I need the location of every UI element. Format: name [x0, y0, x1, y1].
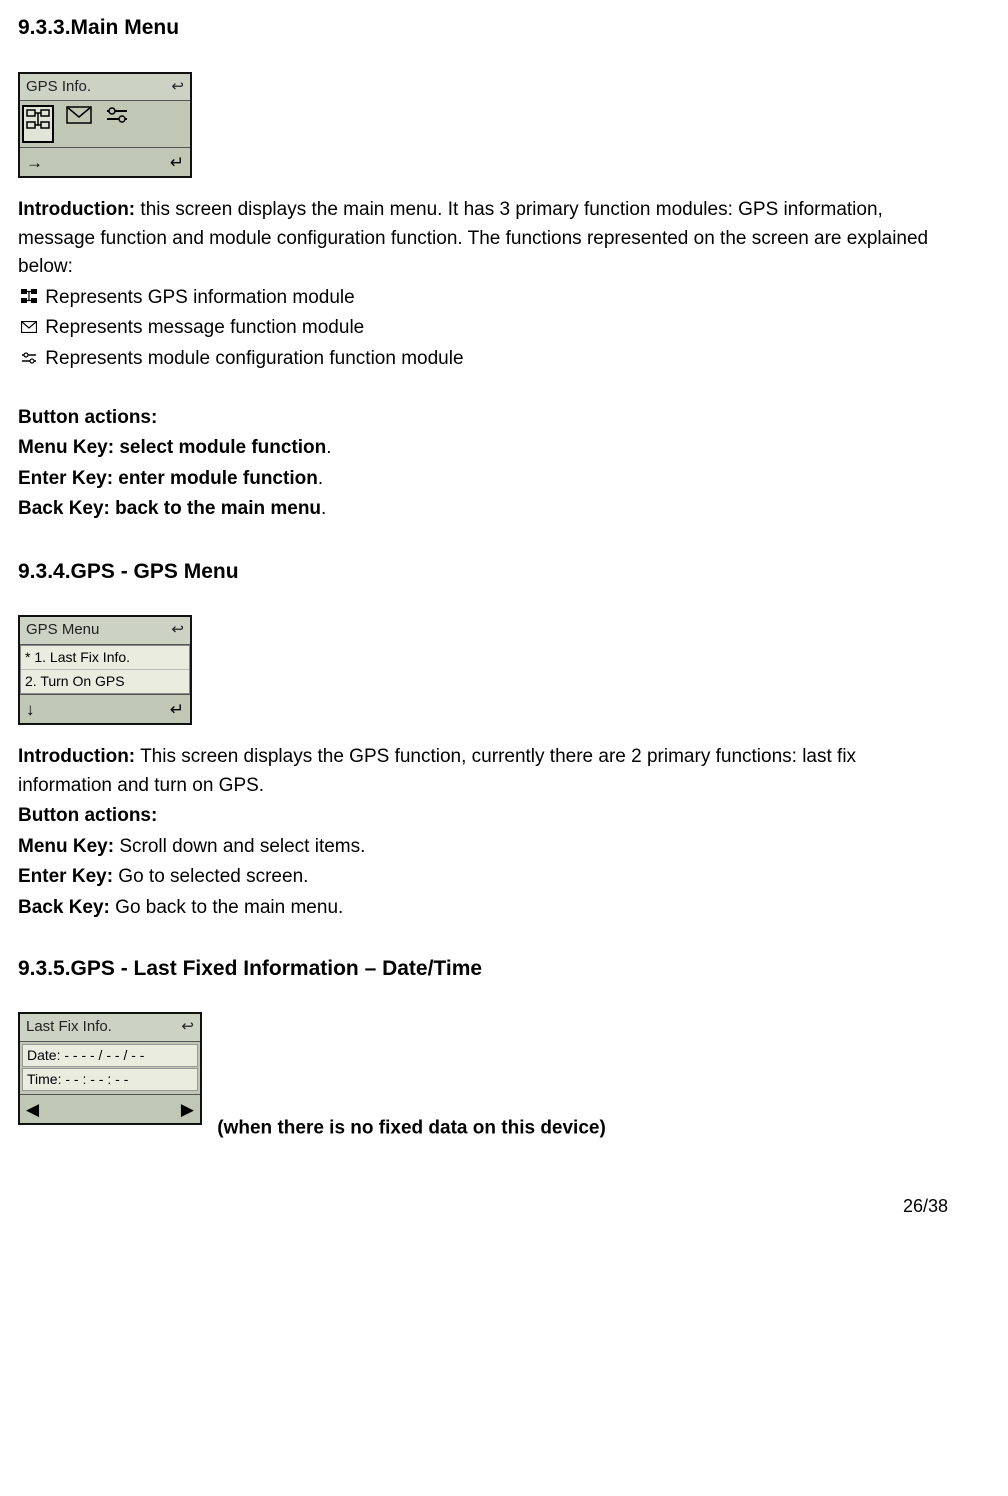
time-line: Time: - - : - - : - -	[22, 1068, 198, 1091]
back-key-934: Back Key: Go back to the main menu.	[18, 894, 948, 923]
gps-module-icon	[22, 105, 54, 143]
no-fix-note: (when there is no fixed data on this dev…	[212, 1118, 606, 1139]
button-actions-934: Button actions:	[18, 802, 948, 831]
back-icon: ↩	[171, 76, 184, 99]
heading-933: 9.3.3.Main Menu	[18, 12, 948, 44]
back-icon: ↩	[171, 619, 184, 642]
menu-key-934: Menu Key: Scroll down and select items.	[18, 833, 948, 862]
enter-icon: ↵	[170, 697, 184, 723]
intro-934: Introduction: This screen displays the G…	[18, 743, 948, 800]
screenshot-last-fix: Last Fix Info. ↩ Date: - - - - / - - / -…	[18, 1012, 202, 1125]
left-tri-icon: ◀	[26, 1097, 39, 1123]
menu-key-933: Menu Key: select module function.	[18, 434, 948, 463]
right-tri-icon: ▶	[181, 1097, 194, 1123]
button-actions-933: Button actions:	[18, 404, 948, 433]
intro-933: Introduction: this screen displays the m…	[18, 196, 948, 282]
icon-line-msg: Represents message function module	[18, 314, 948, 343]
enter-key-933: Enter Key: enter module function.	[18, 465, 948, 494]
sliders-icon	[18, 346, 40, 372]
shot-title: GPS Info.	[26, 76, 91, 99]
screenshot-gps-menu: GPS Menu ↩ * 1. Last Fix Info. 2. Turn O…	[18, 615, 192, 725]
intro-label: Introduction:	[18, 199, 135, 220]
message-module-icon	[66, 105, 92, 143]
icon-line-gps: Represents GPS information module	[18, 284, 948, 313]
menu-item-1: * 1. Last Fix Info.	[21, 646, 189, 670]
envelope-icon	[18, 315, 40, 341]
shot-title: Last Fix Info.	[26, 1016, 112, 1039]
screenshot-main-menu: GPS Info. ↩ → ↵	[18, 72, 192, 179]
config-module-icon	[104, 105, 130, 143]
enter-key-934: Enter Key: Go to selected screen.	[18, 863, 948, 892]
page-number: 26/38	[18, 1193, 948, 1220]
left-arrow-icon: →	[26, 150, 43, 176]
enter-icon: ↵	[170, 150, 184, 176]
menu-item-2: 2. Turn On GPS	[21, 670, 189, 693]
heading-934: 9.3.4.GPS - GPS Menu	[18, 556, 948, 588]
icon-line-cfg: Represents module configuration function…	[18, 345, 948, 374]
date-line: Date: - - - - / - - / - -	[22, 1044, 198, 1067]
heading-935: 9.3.5.GPS - Last Fixed Information – Dat…	[18, 953, 948, 985]
down-arrow-icon: ↓	[26, 697, 35, 723]
back-icon: ↩	[181, 1016, 194, 1039]
back-key-933: Back Key: back to the main menu.	[18, 495, 948, 524]
gps-info-icon	[18, 285, 40, 311]
shot-title: GPS Menu	[26, 619, 99, 642]
